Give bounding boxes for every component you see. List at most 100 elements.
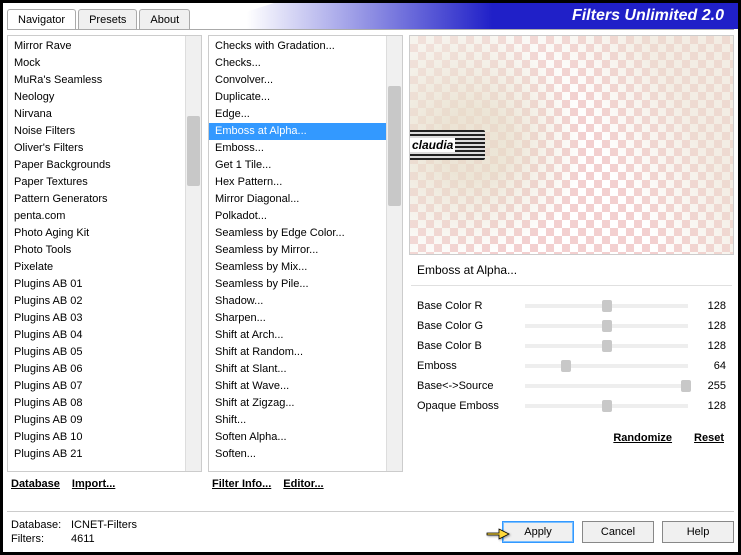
list-item[interactable]: Paper Textures	[8, 174, 185, 191]
param-value: 128	[696, 320, 726, 332]
list-item[interactable]: Emboss...	[209, 140, 386, 157]
param-label: Base Color B	[417, 340, 517, 352]
apply-button[interactable]: Apply	[502, 521, 574, 543]
param-label: Base Color G	[417, 320, 517, 332]
list-item[interactable]: Photo Aging Kit	[8, 225, 185, 242]
editor-button[interactable]: Editor...	[283, 478, 323, 490]
list-item[interactable]: Duplicate...	[209, 89, 386, 106]
list-item[interactable]: Plugins AB 04	[8, 327, 185, 344]
list-item[interactable]: Polkadot...	[209, 208, 386, 225]
category-column: Mirror RaveMockMuRa's SeamlessNeologyNir…	[7, 35, 202, 492]
filter-info-button[interactable]: Filter Info...	[212, 478, 271, 490]
list-item[interactable]: Seamless by Pile...	[209, 276, 386, 293]
import-button[interactable]: Import...	[72, 478, 115, 490]
param-slider[interactable]	[525, 304, 688, 308]
database-button[interactable]: Database	[11, 478, 60, 490]
param-row: Opaque Emboss128	[417, 396, 726, 416]
param-label: Base<->Source	[417, 380, 517, 392]
param-slider[interactable]	[525, 384, 688, 388]
list-item[interactable]: Soften Alpha...	[209, 429, 386, 446]
hand-pointer-icon	[485, 524, 511, 542]
watermark: claudia	[409, 130, 485, 160]
param-value: 128	[696, 340, 726, 352]
list-item[interactable]: Shift at Slant...	[209, 361, 386, 378]
reset-button[interactable]: Reset	[694, 432, 724, 444]
list-item[interactable]: Pattern Generators	[8, 191, 185, 208]
list-item[interactable]: Emboss at Alpha...	[209, 123, 386, 140]
list-item[interactable]: Edge...	[209, 106, 386, 123]
list-item[interactable]: Shift at Zigzag...	[209, 395, 386, 412]
list-item[interactable]: Plugins AB 09	[8, 412, 185, 429]
param-row: Base Color R128	[417, 296, 726, 316]
tabs: Navigator Presets About	[3, 3, 192, 29]
param-slider[interactable]	[525, 324, 688, 328]
list-item[interactable]: penta.com	[8, 208, 185, 225]
list-item[interactable]: Mirror Rave	[8, 38, 185, 55]
list-item[interactable]: Pixelate	[8, 259, 185, 276]
tab-navigator[interactable]: Navigator	[7, 9, 76, 29]
list-item[interactable]: Oliver's Filters	[8, 140, 185, 157]
list-item[interactable]: Paper Backgrounds	[8, 157, 185, 174]
tab-about[interactable]: About	[139, 9, 190, 29]
list-item[interactable]: Sharpen...	[209, 310, 386, 327]
param-row: Base Color B 128	[417, 336, 726, 356]
list-item[interactable]: Mock	[8, 55, 185, 72]
param-value: 64	[696, 360, 726, 372]
param-value: 255	[696, 380, 726, 392]
filter-column: Checks with Gradation...Checks...Convolv…	[208, 35, 403, 492]
param-slider[interactable]	[525, 404, 688, 408]
list-item[interactable]: Seamless by Mix...	[209, 259, 386, 276]
list-item[interactable]: Plugins AB 10	[8, 429, 185, 446]
list-item[interactable]: Checks...	[209, 55, 386, 72]
scrollbar[interactable]	[386, 36, 402, 471]
list-item[interactable]: Plugins AB 07	[8, 378, 185, 395]
list-item[interactable]: Mirror Diagonal...	[209, 191, 386, 208]
list-item[interactable]: Plugins AB 21	[8, 446, 185, 463]
footer-info: Database:ICNET-Filters Filters:4611	[7, 518, 494, 546]
filter-name-label: Emboss at Alpha...	[409, 259, 734, 281]
param-value: 128	[696, 300, 726, 312]
list-item[interactable]: Nirvana	[8, 106, 185, 123]
list-item[interactable]: Shift at Arch...	[209, 327, 386, 344]
app-title: Filters Unlimited 2.0	[572, 7, 724, 25]
list-item[interactable]: Plugins AB 03	[8, 310, 185, 327]
scrollbar[interactable]	[185, 36, 201, 471]
list-item[interactable]: Convolver...	[209, 72, 386, 89]
list-item[interactable]: Photo Tools	[8, 242, 185, 259]
preview-image: claudia	[409, 35, 734, 255]
param-slider[interactable]	[525, 364, 688, 368]
list-item[interactable]: MuRa's Seamless	[8, 72, 185, 89]
cancel-button[interactable]: Cancel	[582, 521, 654, 543]
tab-presets[interactable]: Presets	[78, 9, 137, 29]
list-item[interactable]: Seamless by Edge Color...	[209, 225, 386, 242]
filter-list[interactable]: Checks with Gradation...Checks...Convolv…	[208, 35, 403, 472]
list-item[interactable]: Get 1 Tile...	[209, 157, 386, 174]
list-item[interactable]: Shift at Wave...	[209, 378, 386, 395]
content: Mirror RaveMockMuRa's SeamlessNeologyNir…	[7, 29, 734, 492]
list-item[interactable]: Plugins AB 02	[8, 293, 185, 310]
title-bar: Filters Unlimited 2.0	[192, 3, 738, 29]
list-item[interactable]: Neology	[8, 89, 185, 106]
preview-column: claudia Emboss at Alpha... Base Color R1…	[409, 35, 734, 492]
list-item[interactable]: Shift at Random...	[209, 344, 386, 361]
list-item[interactable]: Plugins AB 06	[8, 361, 185, 378]
list-item[interactable]: Seamless by Mirror...	[209, 242, 386, 259]
list-item[interactable]: Noise Filters	[8, 123, 185, 140]
list-item[interactable]: Checks with Gradation...	[209, 38, 386, 55]
header: Navigator Presets About Filters Unlimite…	[3, 3, 738, 29]
app-frame: Navigator Presets About Filters Unlimite…	[0, 0, 741, 555]
param-row: Emboss64	[417, 356, 726, 376]
randomize-button[interactable]: Randomize	[613, 432, 672, 444]
list-item[interactable]: Hex Pattern...	[209, 174, 386, 191]
list-item[interactable]: Plugins AB 01	[8, 276, 185, 293]
list-item[interactable]: Soften...	[209, 446, 386, 463]
list-item[interactable]: Shadow...	[209, 293, 386, 310]
category-list[interactable]: Mirror RaveMockMuRa's SeamlessNeologyNir…	[7, 35, 202, 472]
help-button[interactable]: Help	[662, 521, 734, 543]
param-slider[interactable]	[525, 344, 688, 348]
list-item[interactable]: Shift...	[209, 412, 386, 429]
footer: Database:ICNET-Filters Filters:4611 Appl…	[7, 511, 734, 546]
list-item[interactable]: Plugins AB 05	[8, 344, 185, 361]
list-item[interactable]: Plugins AB 08	[8, 395, 185, 412]
param-row: Base<->Source 255	[417, 376, 726, 396]
